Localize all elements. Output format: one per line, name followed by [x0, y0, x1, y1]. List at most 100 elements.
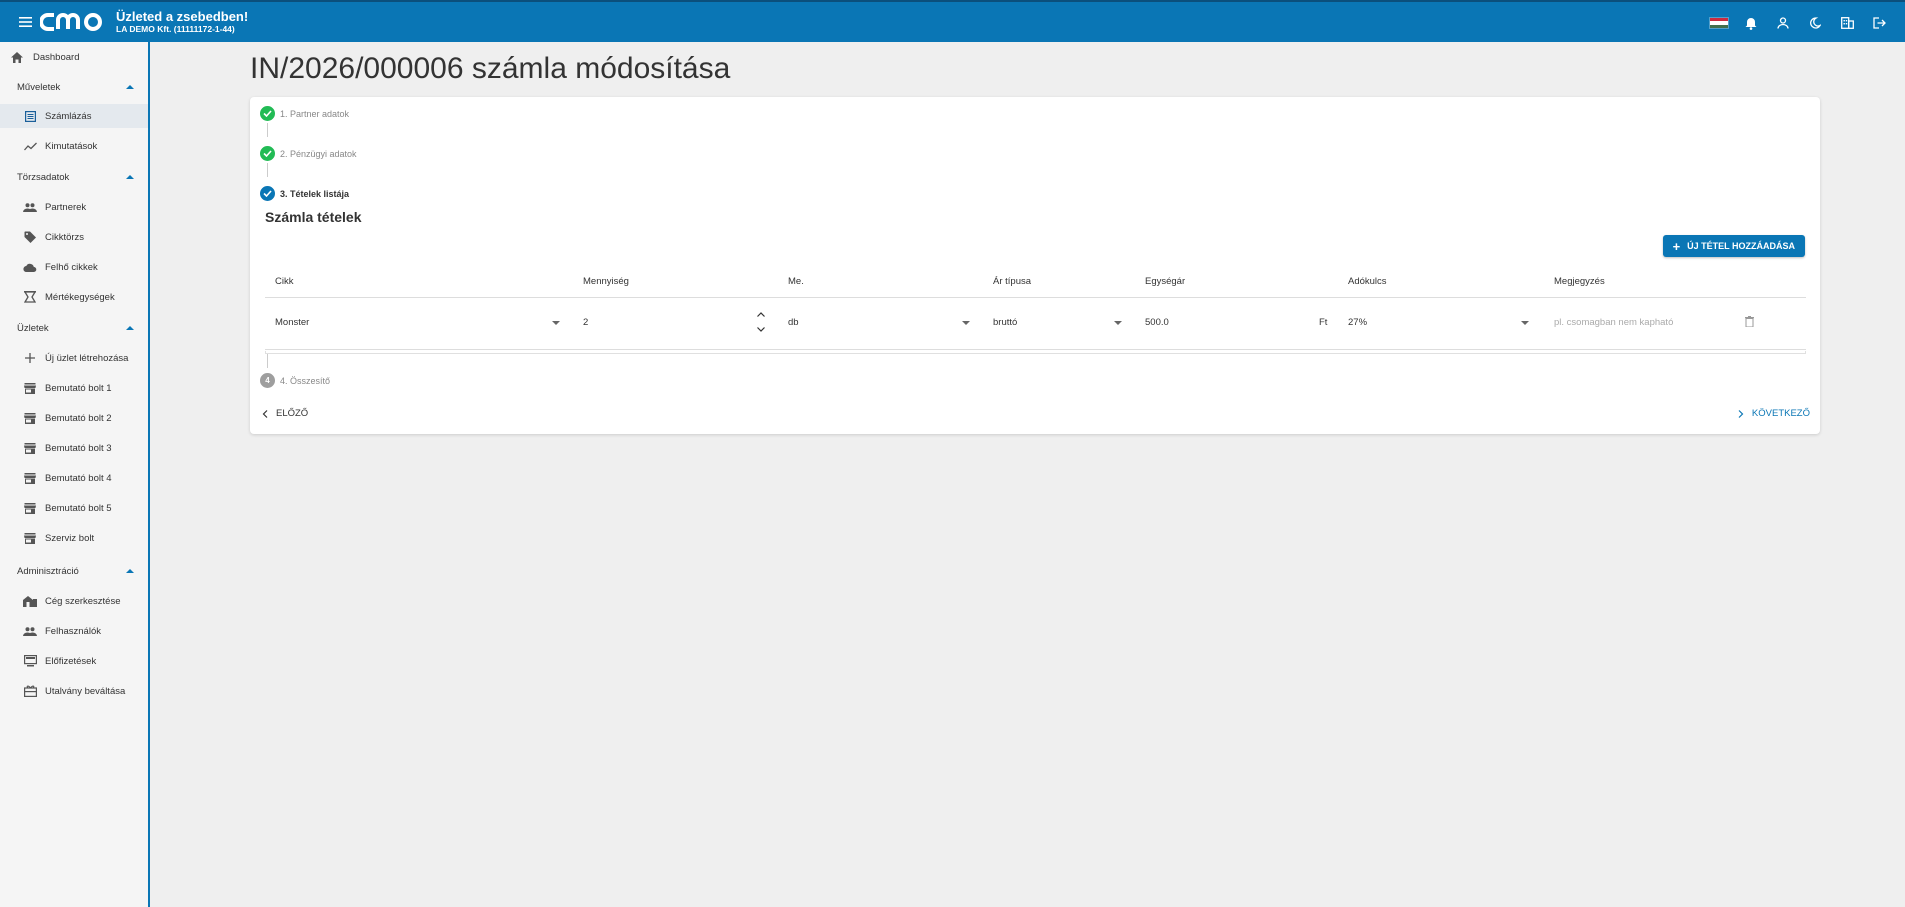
sidebar-item-label: Cikktörzs: [45, 231, 85, 243]
sidebar-item-label: Számlázás: [45, 110, 92, 122]
store-icon: [22, 440, 38, 456]
sidebar-item-szamlazas[interactable]: Számlázás: [0, 104, 148, 128]
bell-icon[interactable]: [1735, 2, 1767, 44]
column-header-note: Megjegyzés: [1554, 276, 1605, 287]
sidebar-section-adminisztracio[interactable]: Adminisztráció: [0, 561, 148, 581]
sidebar-item-bolt-1[interactable]: Bemutató bolt 1: [0, 376, 148, 400]
unit-price-input[interactable]: 500.0: [1145, 317, 1315, 331]
quantity-input[interactable]: 2: [583, 317, 743, 331]
language-flag-icon[interactable]: [1703, 2, 1735, 44]
sidebar-item-cikktorzs[interactable]: Cikktörzs: [0, 225, 148, 249]
tax-dropdown-icon[interactable]: [1521, 321, 1529, 325]
step-label: 2. Pénzügyi adatok: [280, 148, 357, 159]
sidebar-item-label: Dashboard: [33, 51, 80, 63]
store-icon: [22, 470, 38, 486]
brand-block: Üzleted a zsebedben! LA DEMO Kft. (11111…: [116, 9, 248, 35]
price-type-value: bruttó: [993, 317, 1018, 328]
sidebar-item-partnerek[interactable]: Partnerek: [0, 195, 148, 219]
sidebar-item-label: Előfizetések: [45, 655, 97, 667]
note-input[interactable]: pl. csomagban nem kapható: [1554, 317, 1724, 331]
collapse-icon: [126, 175, 134, 179]
sidebar-item-utalvany[interactable]: Utalvány beváltása: [0, 679, 148, 703]
sidebar-item-felhasznalok[interactable]: Felhasználók: [0, 619, 148, 643]
trending-icon: [22, 138, 38, 154]
add-item-label: ÚJ TÉTEL HOZZÁADÁSA: [1687, 241, 1795, 251]
sidebar-item-bolt-5[interactable]: Bemutató bolt 5: [0, 496, 148, 520]
sidebar-item-label: Új üzlet létrehozása: [45, 352, 129, 364]
sidebar-item-dashboard[interactable]: Dashboard: [0, 45, 148, 69]
account-icon[interactable]: [1767, 2, 1799, 44]
add-item-button[interactable]: + ÚJ TÉTEL HOZZÁADÁSA: [1662, 235, 1805, 257]
previous-button[interactable]: ELŐZŐ: [262, 408, 308, 419]
section-label: Műveletek: [17, 81, 61, 93]
quantity-stepper[interactable]: [755, 312, 767, 332]
company-switch-icon[interactable]: [1831, 2, 1863, 44]
tax-select[interactable]: 27%: [1348, 317, 1528, 331]
chevron-down-icon[interactable]: [757, 327, 765, 332]
sidebar-item-szerviz-bolt[interactable]: Szerviz bolt: [0, 526, 148, 550]
step-items-list[interactable]: 3. Tételek listája: [260, 186, 349, 201]
column-header-unit: Me.: [788, 276, 804, 287]
tag-icon: [22, 229, 38, 245]
sidebar-item-elofizetesek[interactable]: Előfizetések: [0, 649, 148, 673]
tax-value: 27%: [1348, 317, 1368, 328]
people-icon: [22, 623, 38, 639]
sidebar-item-label: Kimutatások: [45, 140, 98, 152]
logout-icon[interactable]: [1863, 2, 1895, 44]
top-app-bar: Üzleted a zsebedben! LA DEMO Kft. (11111…: [0, 0, 1905, 42]
step-partner-data[interactable]: 1. Partner adatok: [260, 106, 349, 121]
unit-dropdown-icon[interactable]: [962, 321, 970, 325]
topbar-actions: [1703, 2, 1895, 44]
step-label: 3. Tételek listája: [280, 188, 350, 199]
company-icon: [22, 593, 38, 609]
store-icon: [22, 410, 38, 426]
currency-suffix: Ft: [1319, 317, 1328, 328]
next-button[interactable]: KÖVETKEZŐ: [1738, 408, 1810, 419]
invoice-edit-card: 1. Partner adatok 2. Pénzügyi adatok 3. …: [250, 97, 1820, 434]
sidebar-section-muveletek[interactable]: Műveletek: [0, 77, 148, 97]
table-header: Cikk Mennyiség Me. Ár típusa Egységár Ad…: [265, 268, 1806, 298]
company-name: LA DEMO Kft. (11111172-1-44): [116, 23, 235, 34]
check-icon: [260, 186, 275, 201]
step-summary[interactable]: 4 4. Összesítő: [260, 373, 330, 388]
sidebar-item-ceg-szerkesztese[interactable]: Cég szerkesztése: [0, 589, 148, 613]
sidebar-item-label: Mértékegységek: [45, 291, 115, 303]
sidebar: Dashboard Műveletek Számlázás Kimutatáso…: [0, 42, 150, 907]
menu-icon[interactable]: [14, 1, 36, 43]
step-connector: [267, 123, 268, 137]
scale-icon: [22, 289, 38, 305]
previous-label: ELŐZŐ: [276, 408, 309, 419]
chevron-up-icon[interactable]: [757, 312, 765, 317]
sidebar-item-kimutatasok[interactable]: Kimutatások: [0, 134, 148, 158]
store-icon: [22, 530, 38, 546]
subscription-icon: [22, 653, 38, 669]
price-type-dropdown-icon[interactable]: [1114, 321, 1122, 325]
sidebar-item-bolt-4[interactable]: Bemutató bolt 4: [0, 466, 148, 490]
sidebar-item-bolt-2[interactable]: Bemutató bolt 2: [0, 406, 148, 430]
price-type-select[interactable]: bruttó: [993, 317, 1113, 331]
sidebar-item-bolt-3[interactable]: Bemutató bolt 3: [0, 436, 148, 460]
sidebar-item-label: Felhasználók: [45, 625, 101, 637]
unit-select[interactable]: db: [788, 317, 968, 331]
dark-mode-icon[interactable]: [1799, 2, 1831, 44]
table-row: Monster 2 db bruttó 500.0 Ft 27% pl. cso…: [265, 298, 1806, 350]
sidebar-item-mertekegysegek[interactable]: Mértékegységek: [0, 285, 148, 309]
sidebar-section-torzsadatok[interactable]: Törzsadatok: [0, 167, 148, 187]
sidebar-item-felho-cikkek[interactable]: Felhő cikkek: [0, 255, 148, 279]
sidebar-item-label: Bemutató bolt 4: [45, 472, 112, 484]
sidebar-section-uzletek[interactable]: Üzletek: [0, 318, 148, 338]
sidebar-item-uj-uzlet[interactable]: Új üzlet létrehozása: [0, 346, 148, 370]
section-label: Adminisztráció: [17, 565, 79, 577]
step-number: 4: [260, 373, 275, 388]
delete-icon[interactable]: [1745, 316, 1754, 330]
table-scrollbar[interactable]: [265, 351, 1806, 354]
section-label: Törzsadatok: [17, 171, 70, 183]
check-icon: [260, 106, 275, 121]
store-icon: [22, 500, 38, 516]
note-placeholder: pl. csomagban nem kapható: [1554, 317, 1674, 328]
item-dropdown-icon[interactable]: [552, 321, 560, 325]
step-financial-data[interactable]: 2. Pénzügyi adatok: [260, 146, 357, 161]
column-header-tax: Adókulcs: [1348, 276, 1387, 287]
cmo-logo[interactable]: [39, 10, 110, 34]
item-select[interactable]: Monster: [275, 317, 565, 331]
